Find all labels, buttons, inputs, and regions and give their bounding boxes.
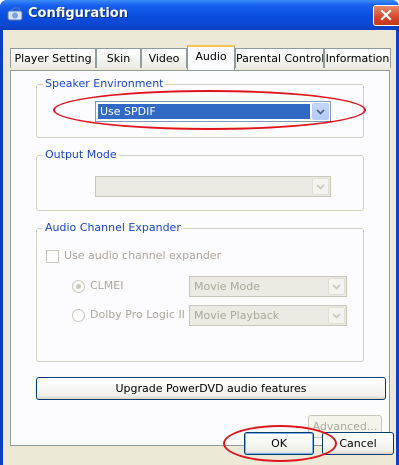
tab-strip: Player Setting Skin Video Audio Parental… bbox=[10, 45, 396, 71]
chevron-down-icon bbox=[316, 108, 325, 115]
speaker-environment-select[interactable]: Use SPDIF bbox=[95, 101, 331, 122]
audio-channel-expander-group: Audio Channel Expander Use audio channel… bbox=[36, 221, 364, 362]
output-mode-group: Output Mode bbox=[36, 148, 364, 211]
speaker-environment-group: Speaker Environment Use SPDIF bbox=[36, 77, 364, 138]
use-expander-label: Use audio channel expander bbox=[64, 249, 222, 262]
audio-tab-panel: Speaker Environment Use SPDIF Output Mod… bbox=[10, 70, 390, 446]
output-mode-value bbox=[98, 179, 310, 194]
close-icon bbox=[380, 9, 392, 21]
audio-channel-expander-label: Audio Channel Expander bbox=[43, 221, 183, 234]
app-icon bbox=[7, 7, 23, 21]
upgrade-audio-button[interactable]: Upgrade PowerDVD audio features bbox=[36, 377, 386, 400]
configuration-window: Configuration Player Setting Skin Video … bbox=[0, 0, 399, 465]
tab-audio[interactable]: Audio bbox=[187, 45, 235, 70]
tab-parental-control[interactable]: Parental Control bbox=[235, 48, 324, 68]
clmei-mode-value: Movie Mode bbox=[194, 280, 261, 293]
clmei-mode-select[interactable]: Movie Mode bbox=[189, 276, 347, 297]
chevron-down-icon bbox=[332, 312, 341, 319]
title-bar[interactable]: Configuration bbox=[0, 0, 399, 30]
speaker-environment-label: Speaker Environment bbox=[43, 77, 166, 90]
window-title: Configuration bbox=[28, 6, 128, 21]
clmei-label: CLMEI bbox=[90, 279, 124, 292]
speaker-environment-value: Use SPDIF bbox=[98, 104, 310, 119]
dolby-pro-logic-label: Dolby Pro Logic II bbox=[90, 308, 185, 321]
dolby-mode-value: Movie Playback bbox=[194, 309, 280, 322]
ok-button[interactable]: OK bbox=[244, 432, 314, 455]
chevron-down-icon bbox=[316, 183, 325, 190]
tab-player-setting[interactable]: Player Setting bbox=[10, 48, 96, 68]
dialog-body: Player Setting Skin Video Audio Parental… bbox=[3, 30, 396, 465]
tab-video[interactable]: Video bbox=[141, 48, 187, 68]
dropdown-arrow-button[interactable] bbox=[312, 103, 329, 120]
tab-information[interactable]: Information bbox=[324, 48, 391, 68]
dropdown-arrow-button[interactable] bbox=[312, 178, 329, 195]
tab-skin[interactable]: Skin bbox=[96, 48, 141, 68]
use-expander-checkbox[interactable] bbox=[46, 250, 59, 263]
close-button[interactable] bbox=[373, 5, 399, 26]
dolby-mode-select[interactable]: Movie Playback bbox=[189, 305, 347, 326]
chevron-down-icon bbox=[332, 283, 341, 290]
clmei-radio[interactable] bbox=[72, 280, 85, 293]
dolby-pro-logic-radio[interactable] bbox=[72, 309, 85, 322]
output-mode-label: Output Mode bbox=[43, 148, 119, 161]
cancel-button[interactable]: Cancel bbox=[322, 432, 394, 455]
output-mode-select[interactable] bbox=[95, 176, 331, 197]
dropdown-arrow-button[interactable] bbox=[328, 307, 345, 324]
dropdown-arrow-button[interactable] bbox=[328, 278, 345, 295]
